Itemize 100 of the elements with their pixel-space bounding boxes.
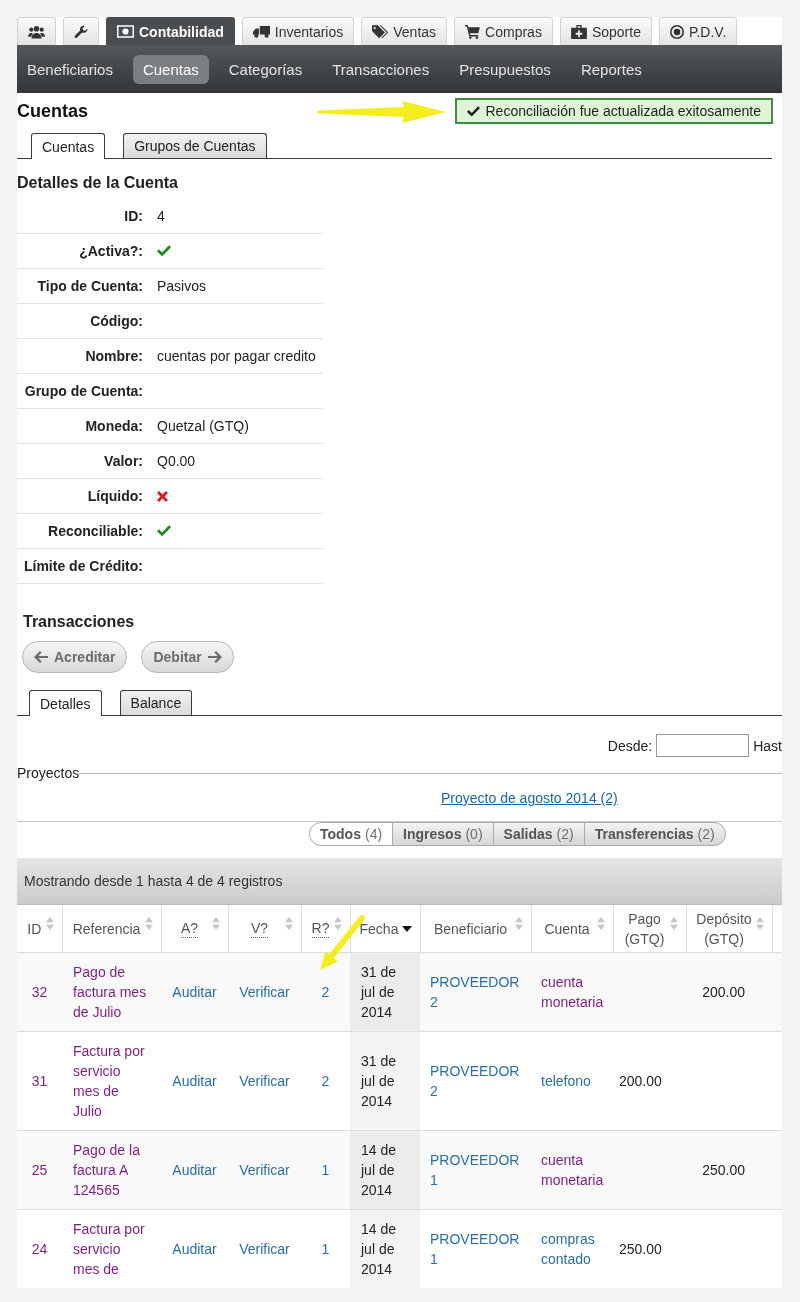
date-cell: 31 de jul de 2014 xyxy=(350,1031,420,1131)
transaction-id-link[interactable]: 24 xyxy=(31,1239,48,1259)
verify-link[interactable]: Verificar xyxy=(239,1239,290,1259)
transaction-id-link[interactable]: 32 xyxy=(31,982,48,1002)
nav-tab[interactable]: Ventas xyxy=(361,17,448,45)
nav-tab[interactable]: Compras xyxy=(454,17,553,45)
tab[interactable]: Detalles xyxy=(29,690,102,716)
tags-icon xyxy=(372,24,389,39)
date-cell: 14 de jul de 2014 xyxy=(350,1209,420,1288)
date-cell: 14 de jul de 2014 xyxy=(350,1130,420,1210)
filter-button[interactable]: Salidas (2) xyxy=(492,822,585,846)
audit-link[interactable]: Auditar xyxy=(172,1160,217,1180)
tab[interactable]: Balance xyxy=(119,690,193,715)
field-value: Q0.00 xyxy=(157,453,196,469)
tab[interactable]: Cuentas xyxy=(31,133,106,159)
amount: 200.00 xyxy=(702,984,745,1000)
payee-link[interactable]: PROVEEDOR 2 xyxy=(430,972,523,1012)
page-title: Cuentas xyxy=(17,100,88,122)
verify-link[interactable]: Verificar xyxy=(239,1160,290,1180)
column-header[interactable]: Pago (GTQ) xyxy=(621,908,668,949)
column-header[interactable]: Referencia xyxy=(72,918,141,939)
amount: 250.00 xyxy=(702,1162,745,1178)
field-label: Límite de Crédito: xyxy=(24,558,143,574)
column-header[interactable]: V? xyxy=(250,919,269,938)
wrench-icon xyxy=(74,24,88,39)
filter-button[interactable]: Transferencias (2) xyxy=(583,822,726,846)
field-label: Reconciliable: xyxy=(48,523,143,539)
column-header[interactable]: Fecha xyxy=(359,918,399,939)
menu-item[interactable]: Cuentas xyxy=(132,54,209,84)
verify-link[interactable]: Verificar xyxy=(239,982,290,1002)
reference-link[interactable]: Pago de la factura A 124565 xyxy=(73,1140,148,1200)
alert-message: Reconciliación fue actualizada exitosamente xyxy=(485,103,761,119)
arrow-left-icon xyxy=(34,651,48,663)
record-count: Mostrando desde 1 hasta 4 de 4 registros xyxy=(24,873,283,889)
reference-link[interactable]: Factura por servicio mes de xyxy=(73,1219,148,1279)
field-label: Nombre: xyxy=(85,348,143,364)
field-label: ¿Activa?: xyxy=(79,243,143,259)
section-label: Proyectos xyxy=(17,765,80,781)
amount: 200.00 xyxy=(619,1073,662,1089)
cart-icon xyxy=(465,24,481,39)
reconcile-count-link[interactable]: 1 xyxy=(321,1239,330,1259)
arrow-right-icon xyxy=(207,651,222,663)
field-value: cuentas por pagar credito xyxy=(157,348,316,364)
truck-icon xyxy=(252,25,270,38)
nav-tab[interactable]: Contabilidad xyxy=(106,17,235,45)
field-value: 4 xyxy=(157,208,165,224)
project-link[interactable]: Proyecto de agosto 2014 (2) xyxy=(441,790,618,806)
reference-link[interactable]: Pago de factura mes de Julio xyxy=(73,962,148,1022)
audit-link[interactable]: Auditar xyxy=(172,1239,217,1259)
debit-button[interactable]: Debitar xyxy=(141,641,234,673)
nav-tab[interactable] xyxy=(63,17,99,45)
account-link[interactable]: cuenta monetaria xyxy=(541,1150,607,1190)
target-icon xyxy=(669,24,684,39)
date-field[interactable] xyxy=(656,734,750,757)
verify-link[interactable]: Verificar xyxy=(239,1071,290,1091)
nav-tab[interactable]: Inventarios xyxy=(241,17,355,45)
column-header[interactable]: R? xyxy=(311,919,330,938)
menu-item[interactable]: Reportes xyxy=(570,54,652,84)
nav-tab[interactable]: P.D.V. xyxy=(658,17,738,45)
column-header[interactable]: A? xyxy=(180,919,199,938)
date-label: Hast xyxy=(753,737,782,754)
amount: 250.00 xyxy=(619,1241,662,1257)
column-header[interactable]: ID xyxy=(27,918,42,939)
check-icon xyxy=(466,105,480,117)
payee-link[interactable]: PROVEEDOR 1 xyxy=(430,1229,523,1269)
column-header[interactable]: Depósito (GTQ) xyxy=(694,908,754,949)
reconcile-count-link[interactable]: 1 xyxy=(321,1160,330,1180)
field-value: Pasivos xyxy=(157,278,207,294)
transaction-id-link[interactable]: 25 xyxy=(31,1160,48,1180)
field-label: Código: xyxy=(90,313,143,329)
reconcile-count-link[interactable]: 2 xyxy=(321,1071,330,1091)
menu-item[interactable]: Presupuestos xyxy=(449,54,561,84)
audit-link[interactable]: Auditar xyxy=(172,1071,217,1091)
nav-tab[interactable]: Soporte xyxy=(559,17,652,45)
transaction-id-link[interactable]: 31 xyxy=(31,1071,48,1091)
account-link[interactable]: telefono xyxy=(541,1071,591,1091)
menu-item[interactable]: Categorías xyxy=(218,54,313,84)
column-header[interactable]: Cuenta xyxy=(544,918,590,939)
credit-button[interactable]: Acreditar xyxy=(22,641,128,673)
payee-link[interactable]: PROVEEDOR 1 xyxy=(430,1150,523,1190)
reconcile-count-link[interactable]: 2 xyxy=(321,982,330,1002)
filter-button[interactable]: Ingresos (0) xyxy=(392,822,494,846)
nav-tab[interactable] xyxy=(17,17,56,45)
date-label: Desde: xyxy=(607,737,653,754)
reference-link[interactable]: Factura por servicio mes de Julio xyxy=(73,1041,148,1121)
tab[interactable]: Grupos de Cuentas xyxy=(123,133,267,158)
audit-link[interactable]: Auditar xyxy=(172,982,217,1002)
people-icon xyxy=(28,24,45,39)
payee-link[interactable]: PROVEEDOR 2 xyxy=(430,1061,523,1101)
section-title: Detalles de la Cuenta xyxy=(17,174,178,192)
section-title: Transacciones xyxy=(23,613,135,631)
menu-item[interactable]: Beneficiarios xyxy=(17,54,123,84)
medical-kit-icon xyxy=(570,24,587,39)
field-label: Grupo de Cuenta: xyxy=(24,383,143,399)
filter-button[interactable]: Todos (4) xyxy=(309,822,394,846)
menu-item[interactable]: Transacciones xyxy=(322,54,440,84)
account-link[interactable]: compras contado xyxy=(541,1229,607,1269)
column-header[interactable]: Beneficiario xyxy=(433,918,508,939)
account-link[interactable]: cuenta monetaria xyxy=(541,972,607,1012)
field-label: Valor: xyxy=(104,453,143,469)
